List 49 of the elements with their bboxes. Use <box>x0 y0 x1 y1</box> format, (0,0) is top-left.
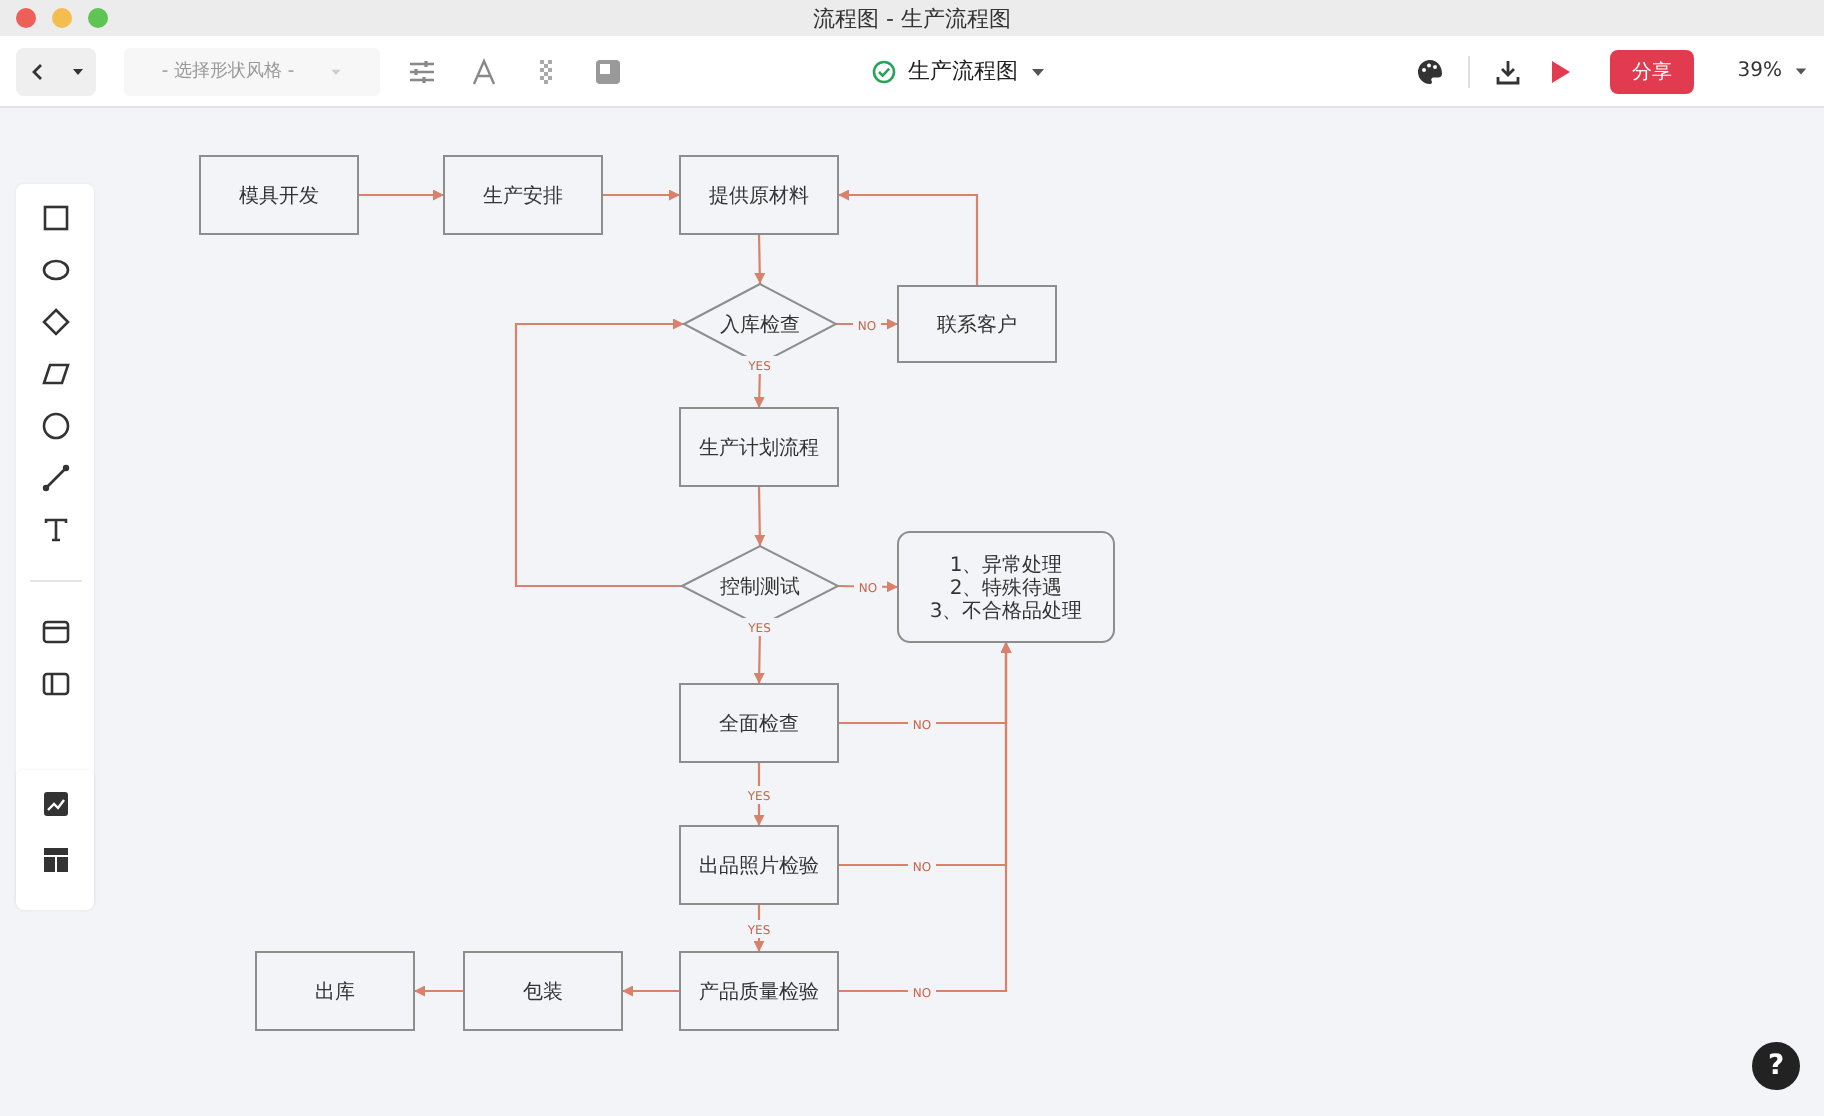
node-label: 1、异常处理 <box>949 555 1063 577</box>
caret-icon <box>330 65 343 77</box>
connector-arrow <box>754 486 766 546</box>
connector-arrow <box>414 985 464 997</box>
node-label: 2、特殊待遇 <box>949 578 1063 600</box>
circle-icon[interactable] <box>41 412 69 440</box>
node-label: 生产计划流程 <box>699 438 819 460</box>
download-icon[interactable] <box>1493 57 1522 85</box>
zoom-level[interactable]: 39% <box>1737 60 1782 82</box>
node-label: 包装 <box>523 982 563 1004</box>
node-label: 产品质量检验 <box>699 982 819 1004</box>
node-label: 控制测试 <box>720 577 800 599</box>
chevron-left-icon <box>28 61 48 81</box>
palette-icon[interactable] <box>1415 57 1444 85</box>
image-icon[interactable] <box>41 790 69 818</box>
ellipse-icon[interactable] <box>41 256 69 284</box>
node-label: 模具开发 <box>239 186 319 208</box>
node-label: 出库 <box>315 982 355 1004</box>
parallelogram-icon[interactable] <box>41 360 69 388</box>
connector-arrow <box>622 985 680 997</box>
caret-icon[interactable] <box>1794 64 1808 78</box>
line-icon[interactable] <box>41 464 69 492</box>
font-icon[interactable] <box>470 57 498 85</box>
document-title[interactable]: 生产流程图 <box>907 56 1018 86</box>
close-button[interactable] <box>16 8 36 28</box>
connector-arrow <box>838 189 979 286</box>
node-label: 全面检查 <box>719 714 799 736</box>
text-icon[interactable] <box>41 516 69 544</box>
node-label: 生产安排 <box>483 186 563 208</box>
caret-icon <box>70 63 86 79</box>
connector-arrow <box>754 233 766 285</box>
rectangle-icon[interactable] <box>41 204 69 232</box>
node-label: 3、不合格品处理 <box>929 601 1083 623</box>
connector-arrow <box>358 189 444 201</box>
node-label: 提供原材料 <box>709 186 809 208</box>
connector-arrow <box>602 189 680 201</box>
help-button[interactable]: ? <box>1752 1042 1800 1090</box>
node-label: 入库检查 <box>720 315 800 337</box>
sidebar-layout-icon[interactable] <box>41 670 69 698</box>
node-label: 联系客户 <box>937 315 1017 337</box>
table-layout-icon[interactable] <box>41 846 69 874</box>
window-title: 流程图 - 生产流程图 <box>813 5 1011 31</box>
diamond-icon[interactable] <box>41 308 69 336</box>
sliders-icon[interactable] <box>408 57 436 85</box>
check-circle-icon <box>871 59 896 83</box>
caret-icon[interactable] <box>1029 63 1046 79</box>
window-icon[interactable] <box>41 618 69 646</box>
share-button[interactable]: 分享 <box>1609 49 1694 93</box>
node-label: 出品照片检验 <box>699 856 819 878</box>
